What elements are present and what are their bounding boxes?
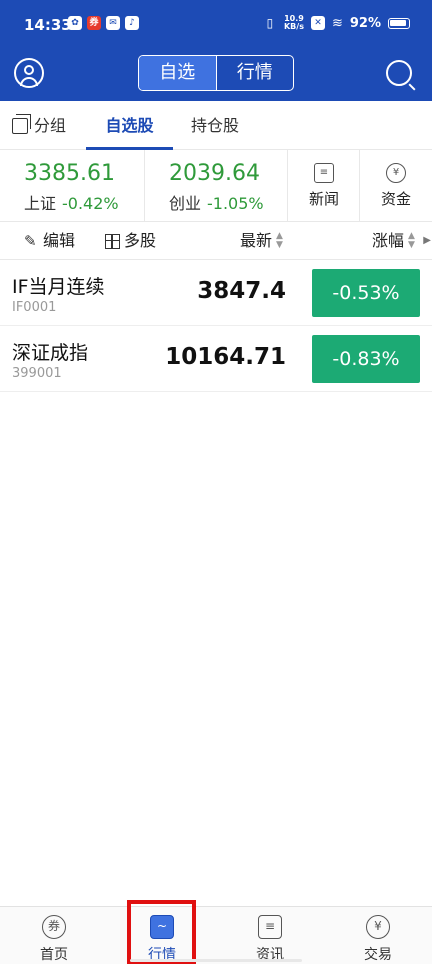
top-header: 14:33 ✿ 券 ✉ ♪ ▯ 10.9 KB/s ✕ ≋ 92% 自选 行情 [0, 0, 432, 101]
sort-icon: ▲ ▼ [276, 231, 283, 250]
battery-icon [388, 17, 410, 29]
index-label: 创业 -1.05% [169, 190, 264, 214]
bottom-nav: 券 首页 ~ 行情 ≡ 资讯 ¥ 交易 [0, 906, 432, 964]
tab-watchlist[interactable]: 自选 [139, 56, 216, 90]
news-shortcut[interactable]: ≡ 新闻 [288, 150, 360, 222]
nav-home[interactable]: 券 首页 [0, 907, 108, 964]
wifi-icon: ≋ [331, 15, 343, 31]
tiktok-notification-icon: ♪ [125, 16, 139, 30]
main-tab-switch: 自选 行情 [138, 55, 294, 91]
index-card-shanghai[interactable]: 3385.61 上证 -0.42% [0, 150, 145, 222]
index-name: 上证 [24, 194, 57, 213]
status-bar: 14:33 ✿ 券 ✉ ♪ ▯ 10.9 KB/s ✕ ≋ 92% [0, 0, 432, 48]
quote-change-badge[interactable]: -0.53% [312, 269, 420, 317]
nav-bar: 自选 行情 [0, 48, 432, 101]
news-icon: ≡ [314, 163, 334, 183]
vibrate-icon: ▯ [266, 16, 274, 30]
index-summary: 3385.61 上证 -0.42% 2039.64 创业 -1.05% ≡ 新闻 ¥… [0, 150, 432, 222]
yen-icon: ¥ [366, 915, 390, 939]
notification-icons: ✿ 券 ✉ ♪ [68, 16, 139, 30]
pencil-icon: ✎ [24, 231, 37, 250]
home-indicator [130, 959, 302, 962]
nav-news[interactable]: ≡ 资讯 [216, 907, 324, 964]
status-time: 14:33 [24, 16, 72, 34]
index-change: -0.42% [62, 194, 119, 213]
fund-icon: ¥ [386, 163, 406, 183]
shop-notification-icon: 券 [87, 16, 101, 30]
app-screen: 14:33 ✿ 券 ✉ ♪ ▯ 10.9 KB/s ✕ ≋ 92% 自选 行情 … [0, 0, 432, 964]
index-name: 创业 [169, 194, 202, 213]
fund-shortcut[interactable]: ¥ 资金 [360, 150, 432, 222]
subtab-watchlist[interactable]: 自选股 [86, 101, 173, 150]
multi-stock-button[interactable]: 多股 [105, 222, 156, 260]
sub-tabs: 分组 自选股 持仓股 [0, 101, 432, 150]
highlight-annotation [127, 900, 196, 964]
nav-home-label: 首页 [40, 947, 68, 963]
quote-row[interactable]: 深证成指 399001 10164.71 -0.83% [0, 326, 432, 392]
multi-label: 多股 [124, 231, 157, 250]
sort-change-header[interactable]: 涨幅 ▲ ▼ [372, 222, 415, 260]
net-speed: 10.9 KB/s [284, 15, 304, 31]
edit-button[interactable]: ✎ 编辑 [24, 222, 75, 260]
index-label: 上证 -0.42% [24, 190, 119, 214]
group-button[interactable]: 分组 [12, 101, 66, 150]
index-change: -1.05% [207, 194, 264, 213]
quote-change-badge[interactable]: -0.83% [312, 335, 420, 383]
latest-label: 最新 [240, 231, 273, 250]
news-label: 新闻 [308, 190, 339, 208]
fund-label: 资金 [380, 190, 411, 208]
tab-market[interactable]: 行情 [215, 56, 294, 90]
status-right: ▯ 10.9 KB/s ✕ ≋ 92% [263, 15, 410, 31]
newspaper-icon: ≡ [258, 915, 282, 939]
quote-price: 3847.4 [197, 278, 286, 304]
subtab-holdings[interactable]: 持仓股 [191, 101, 239, 150]
grid-icon [105, 233, 120, 249]
list-toolbar: ✎ 编辑 多股 最新 ▲ ▼ 涨幅 ▲ ▼ ▶ [0, 222, 432, 260]
sim-icon: ✕ [310, 16, 325, 30]
net-speed-unit: KB/s [283, 22, 304, 31]
group-icon [12, 113, 31, 134]
quote-code: IF0001 [12, 300, 57, 315]
sort-icon: ▲ ▼ [408, 231, 415, 250]
scroll-right-icon[interactable]: ▶ [423, 235, 431, 246]
sort-latest-header[interactable]: 最新 ▲ ▼ [240, 222, 283, 260]
nav-trade[interactable]: ¥ 交易 [324, 907, 432, 964]
group-label: 分组 [34, 116, 67, 135]
quote-name: 深证成指 [12, 342, 89, 364]
nav-trade-label: 交易 [364, 947, 392, 963]
change-label: 涨幅 [372, 231, 405, 250]
quote-code: 399001 [12, 366, 62, 381]
index-value: 2039.64 [169, 161, 260, 186]
mail-notification-icon: ✉ [106, 16, 120, 30]
quote-price: 10164.71 [165, 344, 286, 370]
battery-percent: 92% [349, 15, 381, 31]
coupon-icon: 券 [42, 915, 66, 939]
quote-row[interactable]: IF当月连续 IF0001 3847.4 -0.53% [0, 260, 432, 326]
edit-label: 编辑 [43, 231, 76, 250]
index-value: 3385.61 [24, 161, 115, 186]
app-notification-icon: ✿ [68, 16, 82, 30]
quote-name: IF当月连续 [12, 276, 105, 298]
index-card-chinext[interactable]: 2039.64 创业 -1.05% [145, 150, 288, 222]
search-icon[interactable] [386, 60, 412, 86]
user-avatar-icon[interactable] [14, 58, 44, 88]
